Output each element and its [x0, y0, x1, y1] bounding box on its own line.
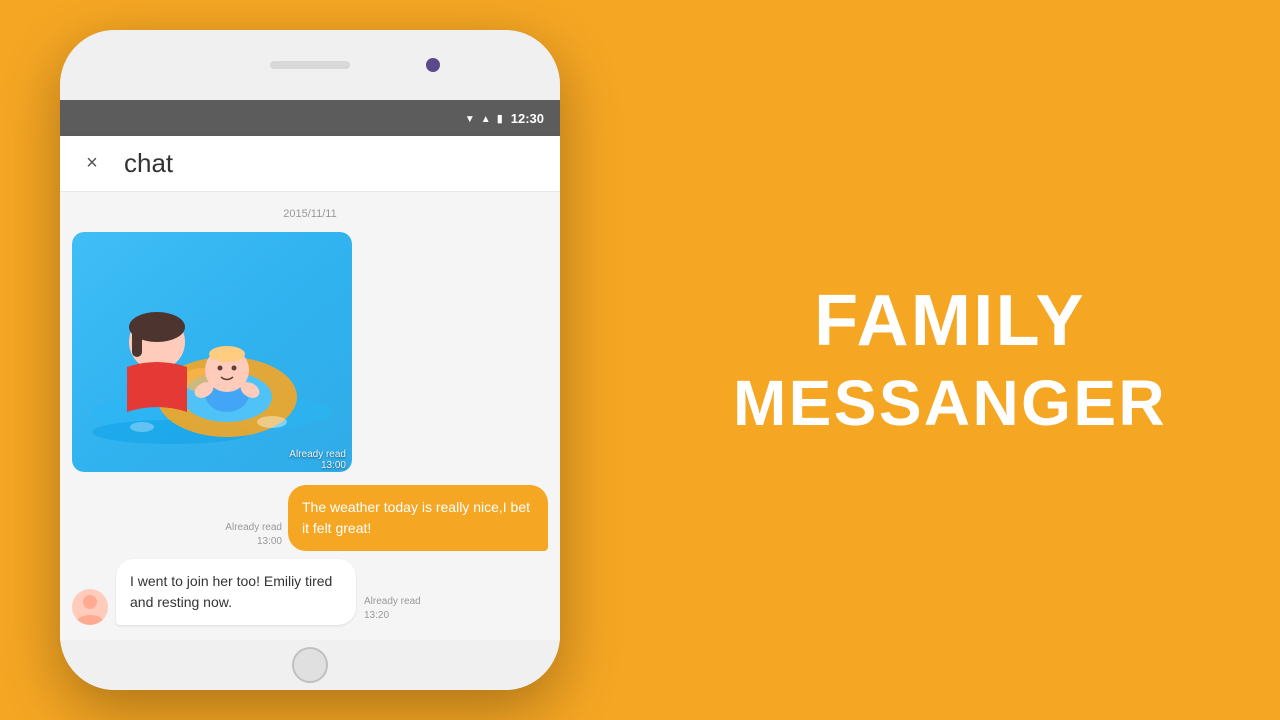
- image-read-label: Already read: [289, 449, 346, 460]
- phone-outer: 12:30 × chat 2015/11/11: [60, 30, 560, 690]
- phone-speaker: [270, 61, 350, 69]
- chat-title: chat: [124, 148, 173, 179]
- phone-container: 12:30 × chat 2015/11/11: [0, 0, 620, 720]
- image-message-meta: Already read 13:00: [289, 449, 346, 471]
- close-button[interactable]: ×: [76, 148, 108, 180]
- status-time: 12:30: [511, 111, 544, 126]
- date-label: 2015/11/11: [283, 208, 336, 220]
- battery-icon: [497, 111, 503, 125]
- outgoing-read-label: Already read: [225, 521, 282, 535]
- app-header: × chat: [60, 136, 560, 192]
- incoming-bubble: I went to join her too! Emiliy tired and…: [116, 559, 356, 625]
- image-message: Already read 13:00: [60, 228, 560, 481]
- outgoing-bubble: The weather today is really nice,I bet i…: [288, 485, 548, 551]
- app-name-line1: FAMILY: [733, 278, 1167, 364]
- app-name: FAMILY MESSANGER: [733, 278, 1167, 441]
- wifi-icon: [465, 111, 475, 125]
- status-icons: [465, 111, 503, 125]
- chat-area: 2015/11/11: [60, 192, 560, 640]
- incoming-message: I went to join her too! Emiliy tired and…: [60, 555, 560, 629]
- phone-bottom: [60, 640, 560, 690]
- right-panel: FAMILY MESSANGER: [620, 238, 1280, 481]
- avatar-image: [72, 589, 108, 625]
- app-name-line2: MESSANGER: [733, 365, 1167, 442]
- signal-icon: [481, 111, 491, 125]
- avatar: [72, 589, 108, 625]
- status-bar: 12:30: [60, 100, 560, 136]
- incoming-time: 13:20: [364, 609, 421, 623]
- incoming-meta: Already read 13:20: [364, 595, 421, 623]
- phone-camera: [426, 58, 440, 72]
- outgoing-message: Already read 13:00 The weather today is …: [60, 481, 560, 555]
- close-icon: ×: [86, 152, 98, 175]
- phone-top-bar: [60, 30, 560, 100]
- home-button[interactable]: [292, 647, 328, 683]
- image-time: 13:00: [289, 460, 346, 471]
- outgoing-time: 13:00: [225, 535, 282, 549]
- outgoing-meta: Already read 13:00: [225, 521, 282, 549]
- pool-image: [72, 232, 352, 472]
- phone-screen: 12:30 × chat 2015/11/11: [60, 100, 560, 640]
- image-wrapper: Already read 13:00: [72, 232, 352, 477]
- incoming-read-label: Already read: [364, 595, 421, 609]
